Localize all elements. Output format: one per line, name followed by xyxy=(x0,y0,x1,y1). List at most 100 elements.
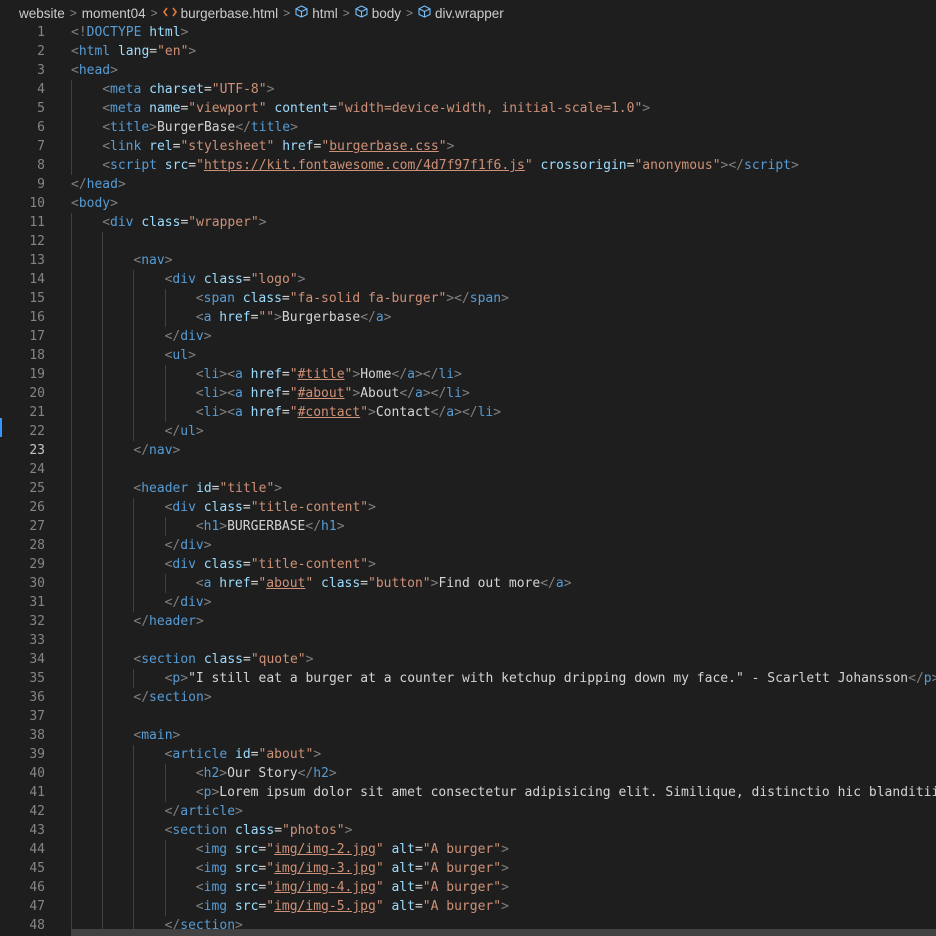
code-line[interactable]: 37 xyxy=(0,707,936,726)
code-line[interactable]: 27 <h1>BURGERBASE</h1> xyxy=(0,517,936,536)
code-line[interactable]: 46 <img src="img/img-4.jpg" alt="A burger… xyxy=(0,878,936,897)
code-line[interactable]: 28 </div> xyxy=(0,536,936,555)
code-token: ></ xyxy=(446,291,470,306)
code-token: = xyxy=(329,101,338,116)
code-line[interactable]: 43 <section class="photos"> xyxy=(0,821,936,840)
code-line[interactable]: 18 <ul> xyxy=(0,346,936,365)
code-token: span xyxy=(469,291,502,306)
code-line[interactable]: 2 <html lang="en"> xyxy=(0,42,936,61)
line-number: 35 xyxy=(29,671,45,686)
code-token: > xyxy=(368,405,376,420)
code-token: > xyxy=(172,443,181,458)
code-token: > xyxy=(180,671,189,686)
line-number: 34 xyxy=(29,652,45,667)
code-line[interactable]: 20 <li><a href="#about">About</a></li> xyxy=(0,384,936,403)
code-line[interactable]: 14 <div class="logo"> xyxy=(0,270,936,289)
code-line[interactable]: 25 <header id="title"> xyxy=(0,479,936,498)
code-line[interactable]: 8 <script src="https://kit.fontawesome.co… xyxy=(0,156,936,175)
breadcrumb-item[interactable]: div.wrapper xyxy=(418,5,504,21)
breadcrumb-separator: > xyxy=(406,6,414,20)
code-token: ></ xyxy=(422,386,447,401)
line-number: 5 xyxy=(37,101,45,116)
line-number: 20 xyxy=(29,386,45,401)
horizontal-scrollbar[interactable] xyxy=(71,929,936,936)
code-line[interactable]: 4 <meta charset="UTF-8"> xyxy=(0,80,936,99)
code-line[interactable]: 10 <body> xyxy=(0,194,936,213)
code-line[interactable]: 23 </nav> xyxy=(0,441,936,460)
code-token: > xyxy=(931,671,936,686)
code-line[interactable]: 45 <img src="img/img-3.jpg" alt="A burger… xyxy=(0,859,936,878)
code-text: <!DOCTYPE html> xyxy=(71,23,188,42)
code-token: > xyxy=(446,139,455,154)
code-token: = xyxy=(414,861,423,876)
code-line[interactable]: 17 </div> xyxy=(0,327,936,346)
code-line[interactable]: 13 <nav> xyxy=(0,251,936,270)
code-token: < xyxy=(195,861,204,876)
code-line[interactable]: 3 <head> xyxy=(0,61,936,80)
breadcrumb-item[interactable]: website xyxy=(19,6,65,21)
code-token: < xyxy=(71,44,79,59)
code-token: </ xyxy=(133,443,150,458)
code-line[interactable]: 44 <img src="img/img-2.jpg" alt="A burger… xyxy=(0,840,936,859)
code-line[interactable]: 7 <link rel="stylesheet" href="burgerbase… xyxy=(0,137,936,156)
code-token: href xyxy=(242,405,282,420)
code-line[interactable]: 15 <span class="fa-solid fa-burger"></spa… xyxy=(0,289,936,308)
code-line[interactable]: 19 <li><a href="#title">Home</a></li> xyxy=(0,365,936,384)
code-line[interactable]: 41 <p>Lorem ipsum dolor sit amet consecte… xyxy=(0,783,936,802)
line-number: 25 xyxy=(29,481,45,496)
code-line[interactable]: 35 <p>"I still eat a burger at a counter … xyxy=(0,669,936,688)
code-line[interactable]: 38 <main> xyxy=(0,726,936,745)
code-token: h2 xyxy=(313,766,329,781)
code-line[interactable]: 21 <li><a href="#contact">Contact</a></li… xyxy=(0,403,936,422)
code-token: = xyxy=(281,405,290,420)
code-token: src xyxy=(227,842,259,857)
line-number: 3 xyxy=(37,63,45,78)
line-number: 6 xyxy=(37,120,45,135)
code-line[interactable]: 12 xyxy=(0,232,936,251)
code-token: </ xyxy=(391,367,408,382)
code-line[interactable]: 47 <img src="img/img-5.jpg" alt="A burger… xyxy=(0,897,936,916)
code-line[interactable]: 42 </article> xyxy=(0,802,936,821)
code-line[interactable]: 5 <meta name="viewport" content="width=de… xyxy=(0,99,936,118)
code-line[interactable]: 33 xyxy=(0,631,936,650)
code-token: "A burger" xyxy=(422,861,502,876)
code-line[interactable]: 34 <section class="quote"> xyxy=(0,650,936,669)
code-line[interactable]: 26 <div class="title-content"> xyxy=(0,498,936,517)
code-token: a xyxy=(407,367,415,382)
code-line[interactable]: 29 <div class="title-content"> xyxy=(0,555,936,574)
code-token: Lorem ipsum dolor sit amet consectetur a… xyxy=(219,785,936,800)
code-line[interactable]: 32 </header> xyxy=(0,612,936,631)
breadcrumb-item[interactable]: html xyxy=(295,5,338,21)
line-number: 9 xyxy=(37,177,45,192)
code-line[interactable]: 1 <!DOCTYPE html> xyxy=(0,23,936,42)
code-line[interactable]: 40 <h2>Our Story</h2> xyxy=(0,764,936,783)
breadcrumb-item[interactable]: moment04 xyxy=(82,6,146,21)
code-line[interactable]: 31 </div> xyxy=(0,593,936,612)
code-token: div xyxy=(172,272,196,287)
code-line[interactable]: 11 <div class="wrapper"> xyxy=(0,213,936,232)
code-line[interactable]: 16 <a href="">Burgerbase</a> xyxy=(0,308,936,327)
code-token: li xyxy=(477,405,494,420)
code-line[interactable]: 22 </ul> xyxy=(0,422,936,441)
code-line[interactable]: 39 <article id="about"> xyxy=(0,745,936,764)
code-token: " xyxy=(266,880,275,895)
code-line[interactable]: 30 <a href="about" class="button">Find ou… xyxy=(0,574,936,593)
code-line[interactable]: 6 <title>BurgerBase</title> xyxy=(0,118,936,137)
code-token: = xyxy=(242,652,251,667)
code-token: "title-content" xyxy=(250,557,369,572)
breadcrumb-item[interactable]: burgerbase.html xyxy=(162,5,279,21)
code-token: < xyxy=(195,576,204,591)
code-token: li xyxy=(438,367,455,382)
code-editor[interactable]: 1 <!DOCTYPE html> 2 <html lang="en"> 3 <head>… xyxy=(0,23,936,936)
code-token: meta xyxy=(110,101,142,116)
code-token: head xyxy=(86,177,118,192)
code-line[interactable]: 24 xyxy=(0,460,936,479)
code-token: < xyxy=(102,158,111,173)
breadcrumb-item[interactable]: body xyxy=(355,5,401,21)
code-line[interactable]: 36 </section> xyxy=(0,688,936,707)
code-token: > xyxy=(297,272,306,287)
code-line[interactable]: 9 </head> xyxy=(0,175,936,194)
code-token: section xyxy=(149,690,204,705)
breadcrumb-label: burgerbase.html xyxy=(180,5,279,21)
line-number: 21 xyxy=(29,405,45,420)
